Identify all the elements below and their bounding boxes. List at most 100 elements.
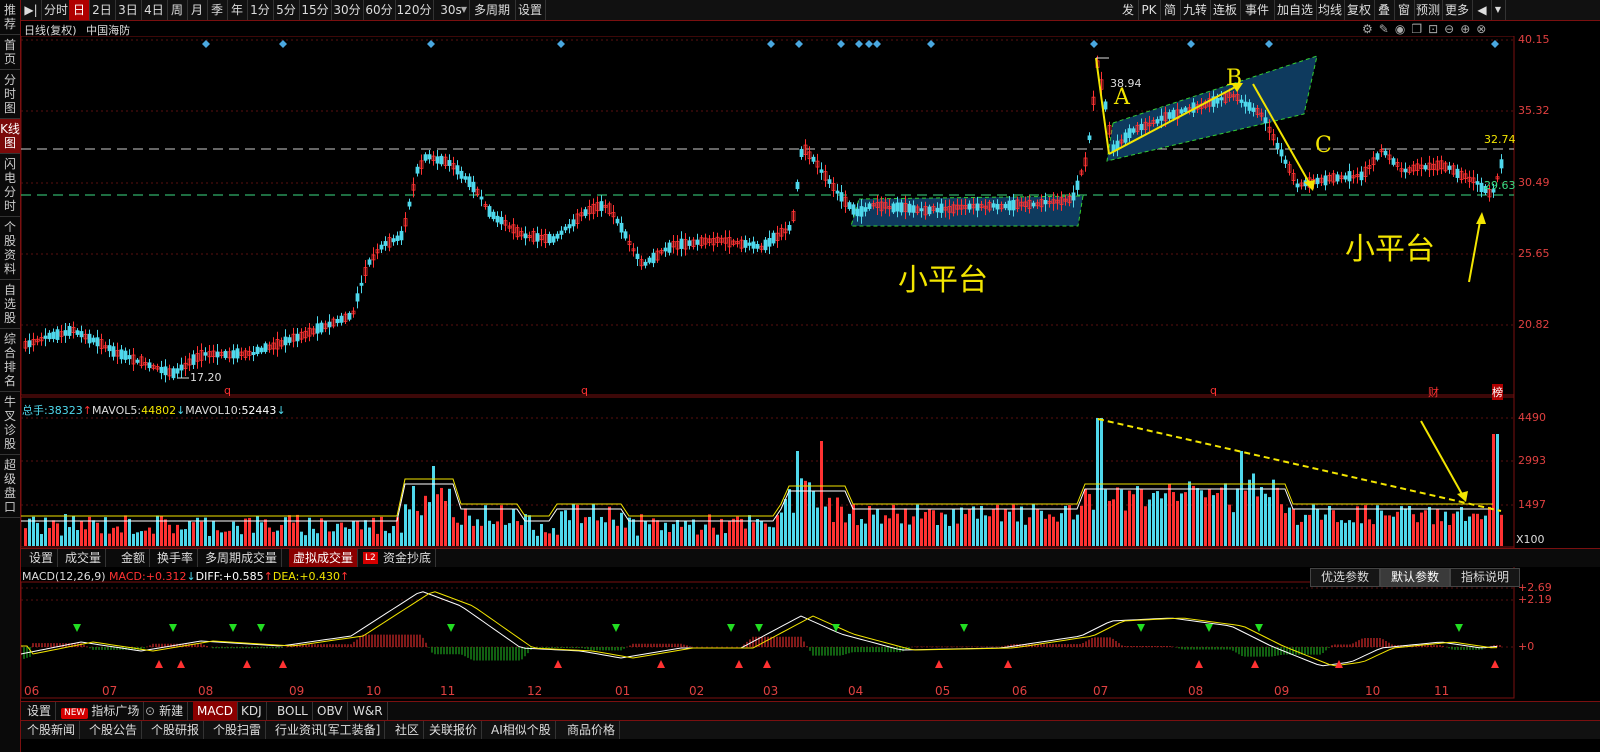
volume-bar bbox=[132, 533, 135, 546]
volume-bar bbox=[1016, 521, 1019, 546]
sidebar-item-2[interactable]: 分时图 bbox=[0, 70, 20, 119]
chart-marker[interactable]: q bbox=[1210, 384, 1217, 397]
tool-btn-12[interactable]: 更多 bbox=[1442, 0, 1473, 20]
period-tab-12[interactable]: 30分 bbox=[331, 0, 364, 20]
collapse-icon[interactable]: ◀ bbox=[1473, 0, 1492, 20]
bottom-tab-0[interactable]: 个股新闻 bbox=[23, 721, 81, 739]
tool-btn-11[interactable]: 预测 bbox=[1414, 0, 1443, 20]
macd-btn-0[interactable]: 优选参数 bbox=[1310, 568, 1380, 587]
indicator-tab-7[interactable]: W&R bbox=[349, 702, 388, 720]
sidebar-item-1[interactable]: 首页 bbox=[0, 35, 20, 70]
copy-icon[interactable]: ❐ bbox=[1411, 22, 1428, 36]
period-tab-14[interactable]: 120分 bbox=[395, 0, 434, 20]
tool-btn-5[interactable]: 事件 bbox=[1240, 0, 1275, 20]
indicator-tab-3[interactable]: MACD bbox=[193, 702, 238, 720]
volume-bar bbox=[980, 506, 983, 546]
eye-icon[interactable]: ◉ bbox=[1395, 22, 1411, 36]
volume-tab-5[interactable]: 虚拟成交量 bbox=[289, 549, 359, 567]
sidebar-item-4[interactable]: 闪电分时 bbox=[0, 154, 20, 217]
chart-marker[interactable]: q bbox=[581, 384, 588, 397]
sidebar-item-8[interactable]: 牛叉诊股 bbox=[0, 392, 20, 455]
sidebar-item-5[interactable]: 个股资料 bbox=[0, 217, 20, 280]
play-icon[interactable]: ▶| bbox=[21, 0, 42, 20]
bottom-tab-6[interactable]: 关联报价 bbox=[425, 721, 483, 739]
tool-btn-1[interactable]: PK bbox=[1138, 0, 1161, 20]
period-tab-0[interactable]: 分时 bbox=[43, 0, 70, 20]
volume-bar bbox=[512, 509, 515, 546]
volume-tab-6[interactable]: 资金抄底 bbox=[379, 549, 437, 567]
kline-chart[interactable] bbox=[21, 36, 1600, 726]
candle bbox=[571, 219, 576, 227]
sidebar-item-0[interactable]: 推荐 bbox=[0, 0, 20, 35]
volume-tab-1[interactable]: 成交量 bbox=[61, 549, 107, 567]
volume-bar bbox=[1116, 487, 1119, 546]
indicator-tab-0[interactable]: 设置 bbox=[23, 702, 57, 720]
volume-tab-0[interactable]: 设置 bbox=[25, 549, 59, 567]
tool-btn-10[interactable]: 窗 bbox=[1394, 0, 1415, 20]
chart-marker[interactable]: 榜 bbox=[1492, 384, 1503, 400]
bottom-tab-8[interactable]: 商品价格 bbox=[563, 721, 621, 739]
bottom-tab-3[interactable]: 个股扫雷 bbox=[209, 721, 267, 739]
candle bbox=[975, 203, 980, 211]
indicator-tab-6[interactable]: OBV bbox=[313, 702, 348, 720]
period-tab-1[interactable]: 日 bbox=[69, 0, 90, 20]
candle bbox=[175, 368, 180, 374]
zoom-in-icon[interactable]: ⊕ bbox=[1460, 22, 1476, 36]
pen-icon[interactable]: ✎ bbox=[1379, 22, 1395, 36]
tool-btn-9[interactable]: 叠 bbox=[1374, 0, 1395, 20]
tool-btn-8[interactable]: 复权 bbox=[1344, 0, 1375, 20]
period-tab-11[interactable]: 15分 bbox=[299, 0, 332, 20]
bottom-tab-2[interactable]: 个股研报 bbox=[147, 721, 205, 739]
tool-btn-2[interactable]: 简 bbox=[1160, 0, 1181, 20]
tool-btn-3[interactable]: 九转 bbox=[1180, 0, 1211, 20]
period-tab-7[interactable]: 季 bbox=[207, 0, 228, 20]
tool-btn-4[interactable]: 连板 bbox=[1210, 0, 1241, 20]
volume-tab-3[interactable]: 换手率 bbox=[153, 549, 199, 567]
zoom-out-icon[interactable]: ⊖ bbox=[1444, 22, 1460, 36]
period-tab-3[interactable]: 3日 bbox=[115, 0, 142, 20]
bottom-tab-5[interactable]: 社区 bbox=[391, 721, 425, 739]
period-tab-15[interactable]: 30s ▼ bbox=[433, 0, 470, 20]
period-tab-9[interactable]: 1分 bbox=[247, 0, 274, 20]
macd-btn-2[interactable]: 指标说明 bbox=[1450, 568, 1520, 587]
indicator-tab-1[interactable]: NEW 指标广场 bbox=[57, 702, 145, 720]
sidebar-item-9[interactable]: 超级盘口 bbox=[0, 455, 20, 518]
chart-marker[interactable]: q bbox=[224, 384, 231, 397]
period-tab-13[interactable]: 60分 bbox=[363, 0, 396, 20]
volume-bar bbox=[552, 528, 555, 546]
period-tab-4[interactable]: 4日 bbox=[141, 0, 168, 20]
period-tab-2[interactable]: 2日 bbox=[89, 0, 116, 20]
sidebar-item-3[interactable]: K线图 bbox=[0, 119, 20, 154]
period-tab-6[interactable]: 月 bbox=[187, 0, 208, 20]
bottom-tab-1[interactable]: 个股公告 bbox=[85, 721, 143, 739]
volume-tab-4[interactable]: 多周期成交量 bbox=[201, 549, 283, 567]
lock-icon[interactable]: ⊡ bbox=[1428, 22, 1444, 36]
chevron-down-icon[interactable]: ▼ bbox=[1491, 0, 1506, 20]
period-tab-8[interactable]: 年 bbox=[227, 0, 248, 20]
bottom-tab-7[interactable]: AI相似个股 bbox=[487, 721, 556, 739]
period-tab-10[interactable]: 5分 bbox=[273, 0, 300, 20]
tool-btn-7[interactable]: 均线 bbox=[1316, 0, 1345, 20]
candle bbox=[1003, 203, 1008, 209]
period-tab-5[interactable]: 周 bbox=[167, 0, 188, 20]
sidebar-item-7[interactable]: 综合排名 bbox=[0, 329, 20, 392]
macd-btn-1[interactable]: 默认参数 bbox=[1380, 568, 1450, 587]
indicator-tab-5[interactable]: BOLL bbox=[273, 702, 313, 720]
chart-marker[interactable]: 财 bbox=[1428, 384, 1439, 400]
tool-btn-0[interactable]: 发 bbox=[1118, 0, 1139, 20]
bottom-tab-4[interactable]: 行业资讯[军工装备] bbox=[271, 721, 386, 739]
indicator-tab-4[interactable]: KDJ bbox=[237, 702, 267, 720]
volume-bar bbox=[60, 535, 63, 546]
gear-icon[interactable]: ⚙ bbox=[1362, 22, 1379, 36]
volume-bar bbox=[216, 530, 219, 546]
close-icon[interactable]: ⊗ bbox=[1476, 22, 1492, 36]
period-tab-17[interactable]: 设置 bbox=[515, 0, 546, 20]
volume-bar bbox=[192, 522, 195, 546]
dropdown-icon[interactable]: ▼ bbox=[461, 0, 467, 20]
candle bbox=[967, 203, 972, 210]
tool-btn-6[interactable]: 加自选 bbox=[1274, 0, 1317, 20]
sidebar-item-6[interactable]: 自选股 bbox=[0, 280, 20, 329]
indicator-tab-2[interactable]: ⊙ 新建 bbox=[141, 702, 189, 720]
period-tab-16[interactable]: 多周期 bbox=[469, 0, 516, 20]
volume-tab-2[interactable]: 金额 bbox=[117, 549, 151, 567]
